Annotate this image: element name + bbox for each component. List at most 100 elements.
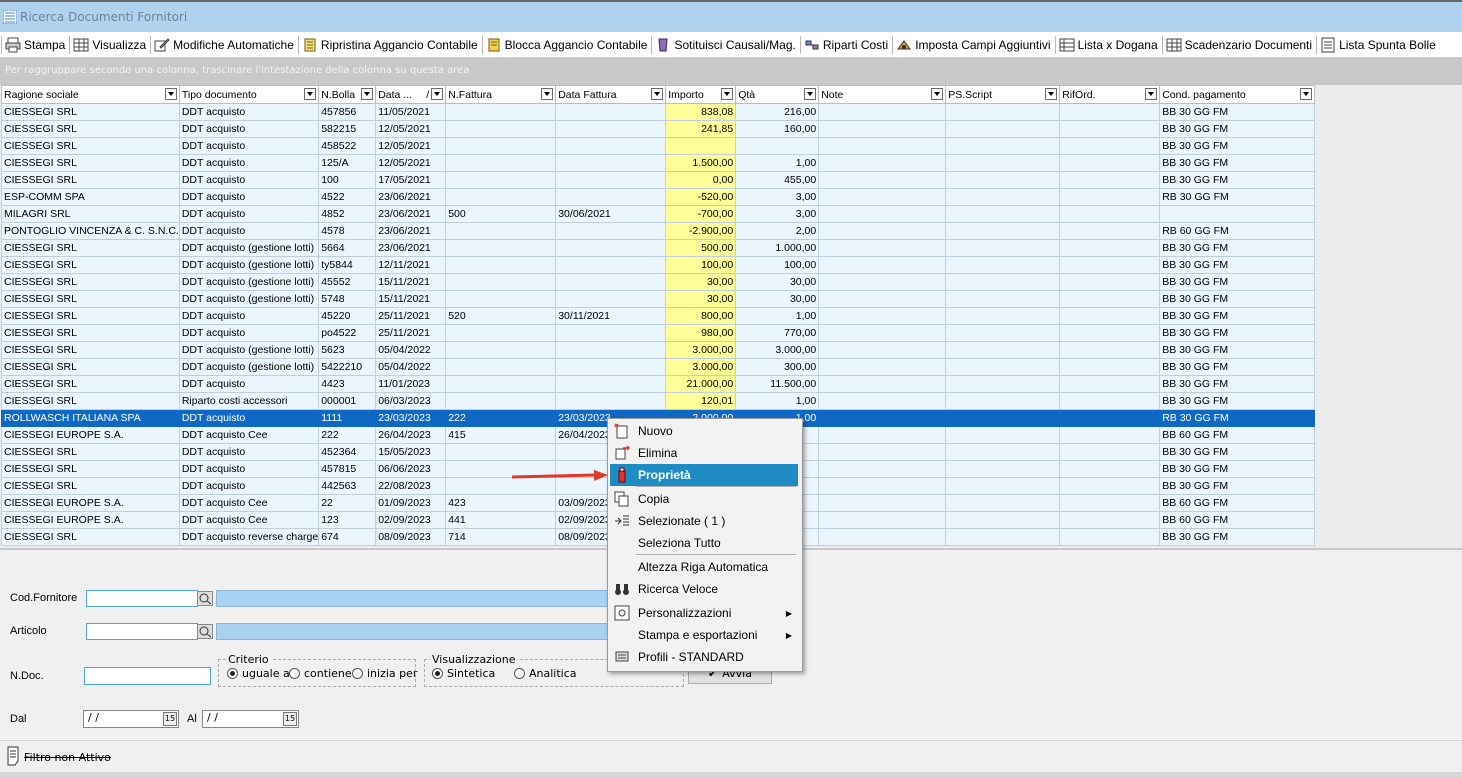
table-cell[interactable] (945, 477, 1061, 495)
table-cell[interactable] (945, 222, 1061, 240)
menu-item-propriet[interactable]: Proprietà (610, 464, 798, 486)
table-cell[interactable]: CIESSEGI SRL (1, 154, 180, 172)
table-cell[interactable] (1059, 375, 1161, 393)
table-cell[interactable]: 11/01/2023 (375, 375, 447, 393)
table-cell[interactable] (818, 324, 947, 342)
toolbar-button-lista-x-dogana[interactable]: Lista x Dogana (1057, 34, 1161, 56)
table-cell[interactable]: 30,00 (665, 273, 737, 291)
table-cell[interactable] (945, 171, 1061, 189)
table-cell[interactable] (1059, 324, 1161, 342)
table-cell[interactable] (945, 273, 1061, 291)
table-cell[interactable] (1059, 188, 1161, 206)
table-cell[interactable]: CIESSEGI SRL (1, 358, 180, 376)
table-cell[interactable] (1059, 460, 1161, 478)
table-cell[interactable]: 23/06/2021 (375, 205, 447, 223)
table-cell[interactable]: CIESSEGI SRL (1, 256, 180, 274)
table-cell[interactable] (945, 290, 1061, 308)
table-cell[interactable] (445, 443, 557, 461)
table-cell[interactable]: DDT acquisto (178, 205, 320, 223)
table-cell[interactable] (555, 273, 667, 291)
table-cell[interactable] (445, 103, 557, 121)
dal-calendar-icon[interactable]: 15 (163, 712, 177, 726)
table-cell[interactable]: 45552 (318, 273, 377, 291)
table-cell[interactable]: 500,00 (665, 239, 737, 257)
table-cell[interactable]: 30/11/2021 (555, 307, 667, 325)
table-cell[interactable] (555, 103, 667, 121)
cod-fornitore-lookup-icon[interactable] (197, 591, 213, 606)
table-cell[interactable]: 12/05/2021 (375, 137, 447, 155)
table-cell[interactable]: CIESSEGI SRL (1, 375, 180, 393)
table-cell[interactable]: 15/11/2021 (375, 273, 447, 291)
table-cell[interactable]: 216,00 (735, 103, 820, 121)
table-cell[interactable] (945, 188, 1061, 206)
table-cell[interactable] (818, 103, 947, 121)
column-header-n-bolla[interactable]: N.Bolla (318, 85, 377, 104)
table-cell[interactable] (555, 120, 667, 138)
table-cell[interactable]: CIESSEGI SRL (1, 120, 180, 138)
table-row[interactable]: CIESSEGI SRL DDT acquisto 582215 12/05/2021… (1, 120, 1316, 138)
table-cell[interactable]: 3,00 (735, 205, 820, 223)
table-cell[interactable]: 4423 (318, 375, 377, 393)
table-cell[interactable]: 838,08 (665, 103, 737, 121)
table-cell[interactable]: 23/06/2021 (375, 239, 447, 257)
table-cell[interactable]: 1,00 (735, 307, 820, 325)
table-cell[interactable]: 457815 (318, 460, 377, 478)
table-cell[interactable]: DDT acquisto Cee (178, 494, 320, 512)
table-cell[interactable]: DDT acquisto (178, 154, 320, 172)
table-cell[interactable]: BB 30 GG FM (1159, 103, 1316, 121)
table-cell[interactable] (945, 443, 1061, 461)
table-cell[interactable]: 3,00 (735, 188, 820, 206)
table-cell[interactable]: BB 30 GG FM (1159, 154, 1316, 172)
toolbar-button-ripristina-aggancio-contabile[interactable]: Ripristina Aggancio Contabile (300, 34, 481, 56)
table-cell[interactable]: 4522 (318, 188, 377, 206)
table-cell[interactable]: CIESSEGI SRL (1, 528, 180, 546)
table-cell[interactable]: 22 (318, 494, 377, 512)
table-cell[interactable]: 500 (445, 205, 557, 223)
table-cell[interactable]: RB 30 GG FM (1159, 409, 1316, 427)
column-filter-dropdown-icon[interactable] (804, 88, 817, 100)
menu-item-elimina[interactable]: Elimina (610, 442, 798, 464)
table-cell[interactable] (1059, 477, 1161, 495)
table-cell[interactable]: BB 30 GG FM (1159, 273, 1316, 291)
table-cell[interactable] (445, 392, 557, 410)
toolbar-button-stampa[interactable]: Stampa (3, 34, 68, 56)
table-cell[interactable] (945, 103, 1061, 121)
table-cell[interactable]: CIESSEGI SRL (1, 273, 180, 291)
table-cell[interactable] (445, 120, 557, 138)
column-header-cond-pagamento[interactable]: Cond. pagamento (1159, 85, 1316, 104)
table-cell[interactable]: 15/11/2021 (375, 290, 447, 308)
al-calendar-icon[interactable]: 15 (283, 712, 297, 726)
radio-contiene[interactable]: contiene (289, 667, 352, 680)
table-cell[interactable]: 11/05/2021 (375, 103, 447, 121)
table-cell[interactable] (945, 120, 1061, 138)
table-cell[interactable]: BB 30 GG FM (1159, 120, 1316, 138)
table-cell[interactable]: 1,00 (735, 392, 820, 410)
group-by-area[interactable]: Per raggruppare secondo una colonna, tra… (0, 58, 1462, 85)
table-cell[interactable]: CIESSEGI SRL (1, 443, 180, 461)
table-cell[interactable] (445, 375, 557, 393)
table-cell[interactable]: CIESSEGI EUROPE S.A. (1, 426, 180, 444)
toolbar-button-sotituisci-causali-mag[interactable]: Sotituisci Causali/Mag. (653, 34, 798, 56)
table-cell[interactable] (818, 188, 947, 206)
menu-item-nuovo[interactable]: Nuovo (610, 420, 798, 442)
table-cell[interactable]: 1.500,00 (665, 154, 737, 172)
table-cell[interactable]: BB 30 GG FM (1159, 477, 1316, 495)
table-row[interactable]: CIESSEGI SRL DDT acquisto 45220 25/11/2021 5… (1, 307, 1316, 325)
table-cell[interactable]: 457856 (318, 103, 377, 121)
table-cell[interactable]: 22/08/2023 (375, 477, 447, 495)
table-cell[interactable]: DDT acquisto (178, 120, 320, 138)
table-cell[interactable]: 30,00 (735, 290, 820, 308)
table-cell[interactable] (818, 154, 947, 172)
table-cell[interactable]: CIESSEGI SRL (1, 324, 180, 342)
radio-analitica[interactable]: Analitica (514, 667, 577, 680)
table-cell[interactable]: 12/05/2021 (375, 154, 447, 172)
column-filter-dropdown-icon[interactable] (361, 88, 374, 100)
table-cell[interactable]: 05/04/2022 (375, 358, 447, 376)
table-cell[interactable]: DDT acquisto (178, 477, 320, 495)
table-cell[interactable]: DDT acquisto (gestione lotti) (178, 358, 320, 376)
table-cell[interactable]: 02/09/2023 (375, 511, 447, 529)
table-cell[interactable]: CIESSEGI SRL (1, 137, 180, 155)
table-cell[interactable]: RB 60 GG FM (1159, 222, 1316, 240)
table-cell[interactable] (1059, 205, 1161, 223)
table-cell[interactable]: 415 (445, 426, 557, 444)
